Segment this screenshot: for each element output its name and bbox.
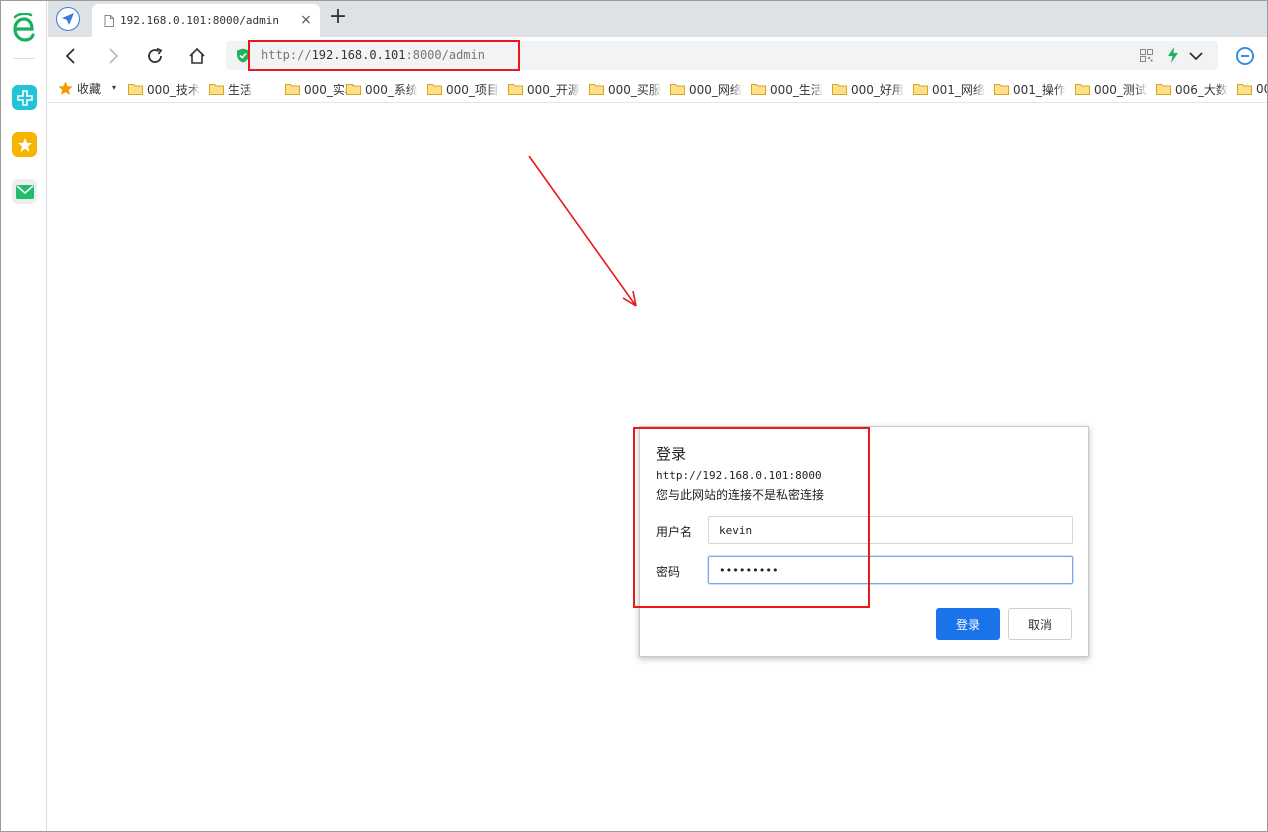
browser-sidebar [1, 1, 47, 831]
minus-circle-icon[interactable] [1236, 47, 1254, 65]
bookmark-folder[interactable]: 000_技术 [128, 80, 202, 98]
toolbar: http://192.168.0.101:8000/admin [48, 37, 1267, 75]
browser-window [0, 0, 1268, 832]
annotation-box-url [248, 40, 520, 71]
bookmark-bar: 收藏 ▾ 000_技术 生活 000_实验 000_系统 000_项目 000_开源 000… [48, 75, 1267, 103]
bookmark-folder[interactable]: 000_买服 [589, 80, 663, 98]
bookmark-label: 000_生活 [770, 82, 823, 97]
home-icon[interactable] [186, 45, 208, 67]
folder-icon [1075, 84, 1090, 95]
chevron-down-icon[interactable] [1188, 48, 1204, 64]
folder-icon [508, 84, 523, 95]
page-icon [104, 15, 114, 27]
annotation-box-form [633, 427, 870, 608]
forward-icon[interactable] [102, 45, 124, 67]
tab-admin[interactable]: 192.168.0.101:8000/admin × [92, 4, 320, 37]
bookmark-folder[interactable]: 000_测试 [1075, 80, 1149, 98]
folder-icon [994, 84, 1009, 95]
bookmark-folder[interactable]: 000_好用 [832, 80, 906, 98]
bookmark-label: 000_买服 [608, 82, 661, 97]
bookmark-label: 000_项目 [446, 82, 499, 97]
reload-icon[interactable] [144, 45, 166, 67]
folder-icon [427, 84, 442, 95]
bookmark-label: 000_好用 [851, 82, 904, 97]
bookmark-label: 001_网络 [932, 82, 985, 97]
bookmark-folder[interactable]: 000_项目 [427, 80, 501, 98]
folder-icon [832, 84, 847, 95]
bookmark-label: 00 [1256, 82, 1267, 96]
bookmark-label: 000_系统 [365, 82, 418, 97]
bookmark-label: 001_操作 [1013, 82, 1066, 97]
folder-icon [913, 84, 928, 95]
speed-mode-icon[interactable] [1166, 47, 1180, 63]
folder-icon [285, 84, 300, 95]
bookmark-label: 006_大数 [1175, 82, 1228, 97]
bookmark-folder[interactable]: 000_生活 [751, 80, 825, 98]
folder-icon [1237, 84, 1252, 95]
bookmark-folder[interactable]: 生活 [209, 80, 283, 98]
folder-icon [1156, 84, 1171, 95]
favorites-dropdown-icon[interactable]: ▾ [112, 83, 116, 92]
bookmark-folder[interactable]: 006_大数 [1156, 80, 1230, 98]
qr-code-icon[interactable] [1140, 49, 1153, 62]
close-tab-icon[interactable]: × [297, 11, 315, 29]
sidebar-divider [13, 58, 35, 59]
bookmark-folder[interactable]: 001_操作 [994, 80, 1068, 98]
bookmark-label: 000_测试 [1094, 82, 1147, 97]
sidebar-mail-icon[interactable] [12, 179, 37, 204]
favorites-label: 收藏 [77, 82, 102, 96]
bookmark-folder[interactable]: 000_系统 [346, 80, 420, 98]
bookmark-folder[interactable]: 00 [1237, 80, 1267, 98]
annotation-arrow [528, 155, 637, 307]
new-tab-button[interactable]: + [327, 6, 349, 29]
bookmark-label: 000_技术 [147, 82, 200, 97]
bookmark-label: 000_开源 [527, 82, 580, 97]
sidebar-apps-icon[interactable] [12, 85, 37, 110]
bookmark-label: 生活 [228, 82, 253, 97]
folder-icon [128, 84, 143, 95]
tab-title: 192.168.0.101:8000/admin [120, 14, 279, 27]
login-button[interactable]: 登录 [936, 608, 1000, 640]
browser-logo-icon [11, 12, 37, 43]
bookmark-folder[interactable]: 000_网络 [670, 80, 744, 98]
folder-icon [346, 84, 361, 95]
sidebar-star-icon[interactable] [12, 132, 37, 157]
navigate-icon[interactable] [56, 7, 80, 31]
folder-icon [209, 84, 224, 95]
tab-strip: 192.168.0.101:8000/admin × + [48, 1, 1267, 37]
back-icon[interactable] [60, 45, 82, 67]
folder-icon [751, 84, 766, 95]
cancel-button[interactable]: 取消 [1008, 608, 1072, 640]
folder-icon [589, 84, 604, 95]
bookmark-folder[interactable]: 001_网络 [913, 80, 987, 98]
favorites-button[interactable]: 收藏 [58, 80, 101, 97]
star-icon [58, 81, 73, 95]
bookmark-label: 000_网络 [689, 82, 742, 97]
bookmark-folder[interactable]: 000_开源 [508, 80, 582, 98]
folder-icon [670, 84, 685, 95]
